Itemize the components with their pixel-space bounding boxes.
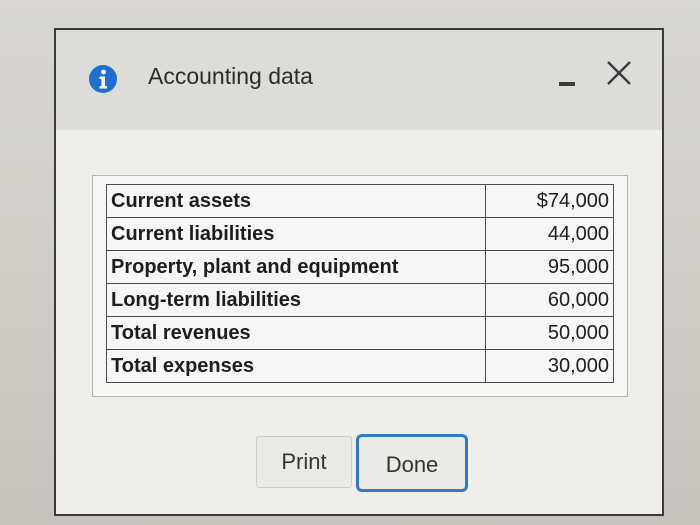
row-label: Total expenses — [106, 349, 486, 383]
table-row: Property, plant and equipment 95,000 — [106, 250, 614, 284]
table-row: Total revenues 50,000 — [106, 316, 614, 350]
row-value: 30,000 — [485, 349, 614, 383]
row-label: Current liabilities — [106, 217, 486, 251]
minimize-icon[interactable] — [556, 72, 578, 94]
accounting-table: Current assets $74,000 Current liabiliti… — [106, 184, 614, 383]
row-value: 44,000 — [485, 217, 614, 251]
row-value: $74,000 — [485, 184, 614, 218]
table-row: Total expenses 30,000 — [106, 349, 614, 383]
accounting-table-frame: Current assets $74,000 Current liabiliti… — [92, 175, 628, 397]
row-label: Property, plant and equipment — [106, 250, 486, 284]
dialog-content: Current assets $74,000 Current liabiliti… — [56, 130, 662, 514]
row-label: Long-term liabilities — [106, 283, 486, 317]
table-row: Long-term liabilities 60,000 — [106, 283, 614, 317]
close-icon[interactable] — [604, 58, 634, 88]
row-label: Current assets — [106, 184, 486, 218]
print-button[interactable]: Print — [256, 436, 352, 488]
info-icon — [88, 64, 118, 94]
accounting-data-dialog: Accounting data Current assets $74,000 C… — [54, 28, 664, 516]
row-value: 60,000 — [485, 283, 614, 317]
table-row: Current liabilities 44,000 — [106, 217, 614, 251]
dialog-titlebar: Accounting data — [56, 30, 662, 130]
done-button[interactable]: Done — [356, 434, 468, 492]
row-value: 50,000 — [485, 316, 614, 350]
row-label: Total revenues — [106, 316, 486, 350]
table-row: Current assets $74,000 — [106, 184, 614, 218]
row-value: 95,000 — [485, 250, 614, 284]
dialog-title: Accounting data — [148, 63, 313, 89]
